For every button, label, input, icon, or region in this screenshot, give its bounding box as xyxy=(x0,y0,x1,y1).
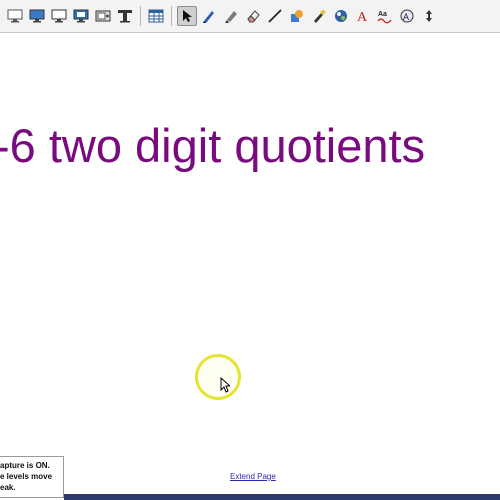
move-toolbar-icon[interactable] xyxy=(419,6,439,26)
toolbar-separator xyxy=(140,6,141,26)
shapes-icon[interactable] xyxy=(287,6,307,26)
camera-icon[interactable] xyxy=(93,6,113,26)
tooltip-line: eak. xyxy=(0,483,16,492)
page-title: -6 two digit quotients xyxy=(0,119,426,172)
svg-text:A: A xyxy=(403,12,409,22)
line-icon[interactable] xyxy=(265,6,285,26)
toolbar-separator xyxy=(171,6,172,26)
svg-text:A: A xyxy=(357,10,368,24)
crop-screen-icon[interactable] xyxy=(115,6,135,26)
toolbar: A Aa A xyxy=(0,0,500,33)
handwriting-recognition-icon[interactable]: Aa xyxy=(375,6,395,26)
pen-icon[interactable] xyxy=(199,6,219,26)
monitor-capture-icon[interactable] xyxy=(71,6,91,26)
highlighter-icon[interactable] xyxy=(221,6,241,26)
screen-icon[interactable] xyxy=(5,6,25,26)
extend-page-link[interactable]: Extend Page xyxy=(230,472,276,481)
table-icon[interactable] xyxy=(146,6,166,26)
text-icon[interactable]: A xyxy=(353,6,373,26)
tooltip-line: apture is ON. xyxy=(0,461,50,470)
cursor-highlight xyxy=(195,354,241,400)
fill-icon[interactable] xyxy=(331,6,351,26)
monitor-blue-icon[interactable] xyxy=(27,6,47,26)
magic-pen-icon[interactable] xyxy=(309,6,329,26)
select-arrow-icon[interactable] xyxy=(177,6,197,26)
mouse-cursor-icon xyxy=(220,377,230,393)
shape-recognition-icon[interactable]: A xyxy=(397,6,417,26)
monitor-icon[interactable] xyxy=(49,6,69,26)
svg-text:Aa: Aa xyxy=(378,11,387,18)
capture-tooltip: apture is ON. e levels move eak. xyxy=(0,456,64,498)
taskbar-strip xyxy=(64,494,500,500)
tooltip-line: e levels move xyxy=(0,472,53,481)
eraser-icon[interactable] xyxy=(243,6,263,26)
